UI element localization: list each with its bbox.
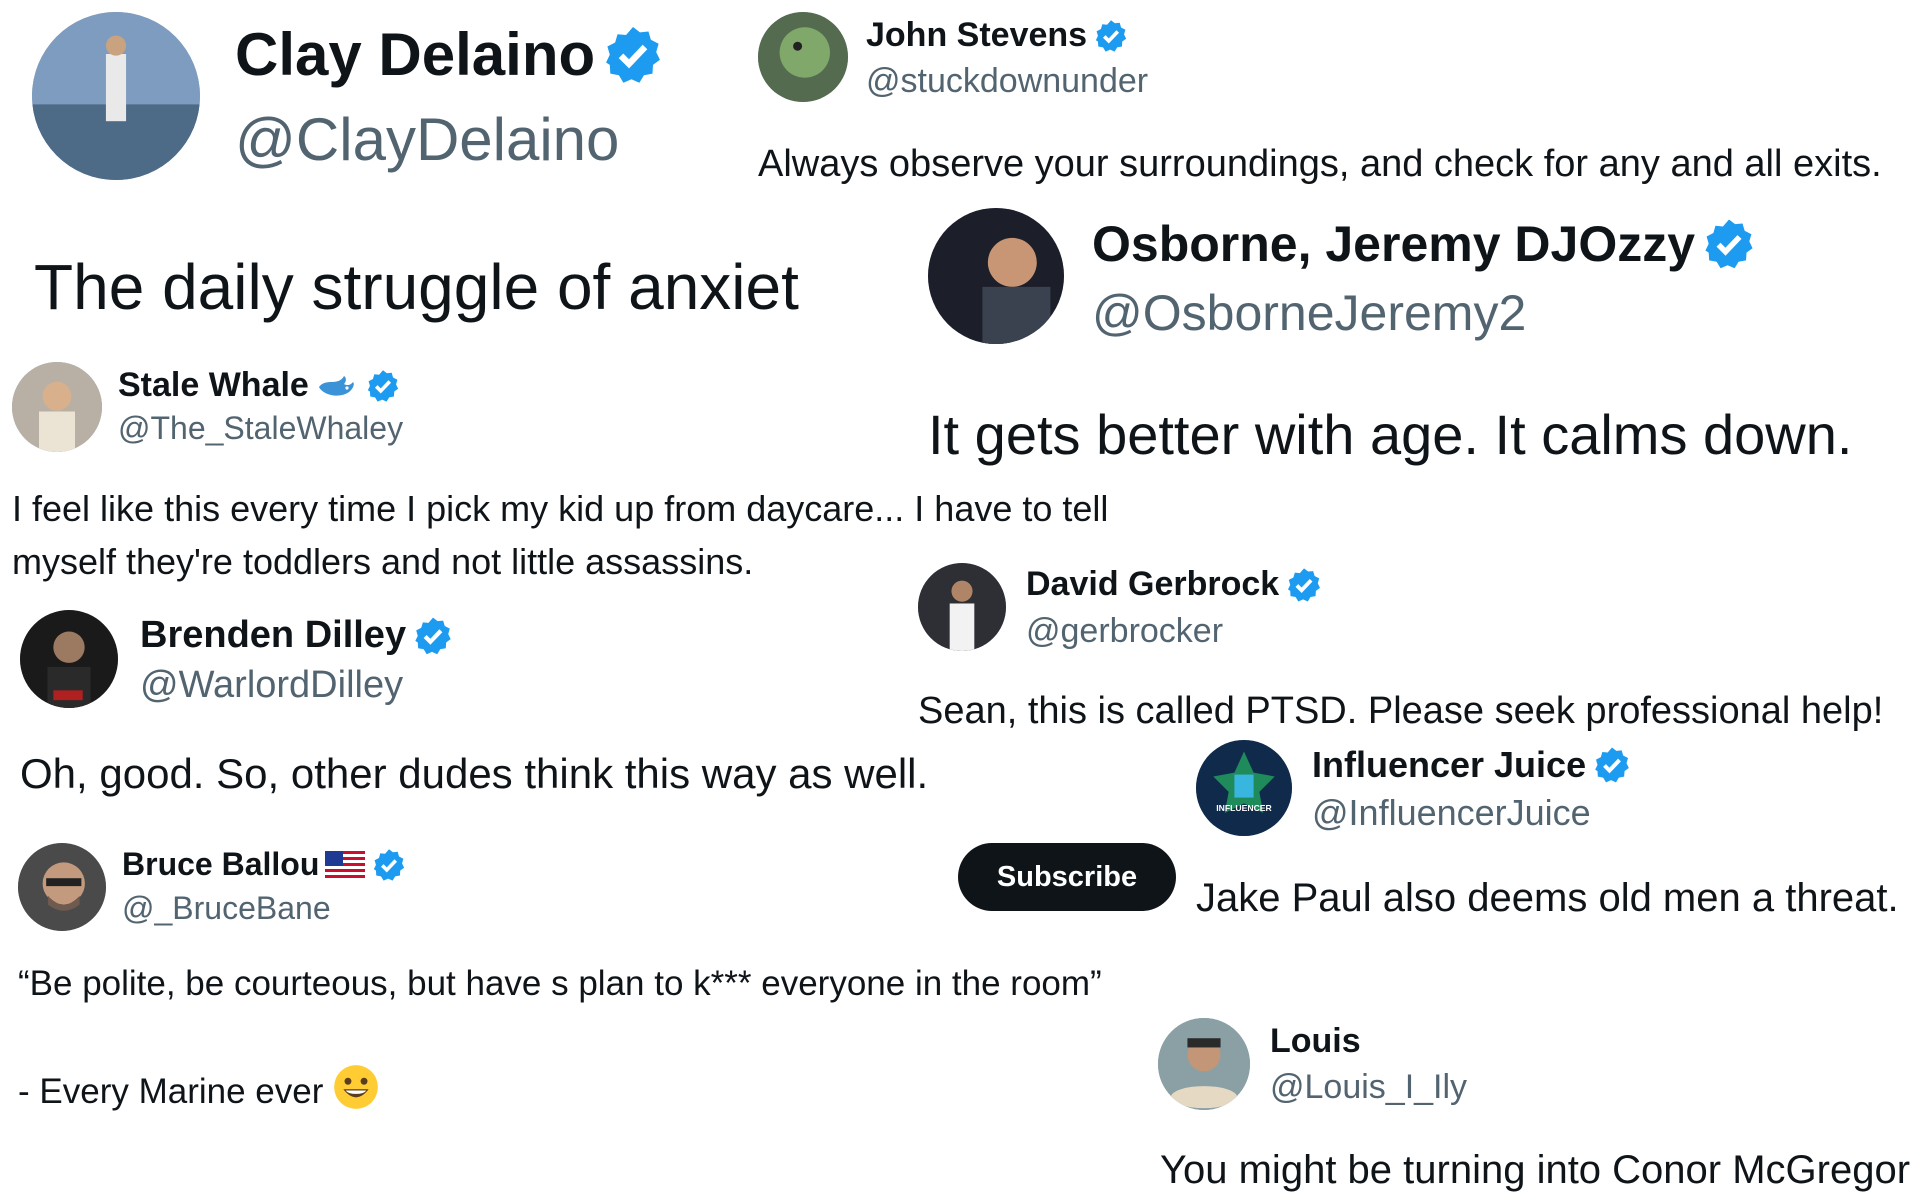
name-text: John Stevens xyxy=(866,16,1088,54)
tweet-text-david: Sean, this is called PTSD. Please seek p… xyxy=(918,690,1884,732)
avatar-osborne[interactable] xyxy=(928,208,1064,344)
us-flag-icon xyxy=(325,850,366,879)
display-name-stale[interactable]: Stale Whale xyxy=(118,366,401,405)
display-name-osborne[interactable]: Osborne, Jeremy DJOzzy xyxy=(1092,215,1757,273)
handle-louis[interactable]: @Louis_I_Ily xyxy=(1270,1068,1467,1107)
display-name-clay[interactable]: Clay Delaino xyxy=(235,20,665,89)
tweet-text-osborne: It gets better with age. It calms down. xyxy=(928,403,1853,466)
tweet-text-clay: The daily struggle of anxiet xyxy=(34,251,799,323)
avatar-john[interactable] xyxy=(758,12,848,102)
avatar-influencer[interactable]: INFLUENCER xyxy=(1196,740,1292,836)
verified-badge-icon xyxy=(371,847,407,883)
name-text: Clay Delaino xyxy=(235,21,596,88)
avatar-bruce[interactable] xyxy=(18,843,106,931)
name-text: Louis xyxy=(1270,1022,1361,1060)
subscribe-button[interactable]: Subscribe xyxy=(958,843,1176,911)
whale-icon xyxy=(315,369,359,403)
name-text: David Gerbrock xyxy=(1026,565,1280,603)
verified-badge-icon xyxy=(1701,216,1757,272)
display-name-louis[interactable]: Louis xyxy=(1270,1022,1361,1061)
name-text: Influencer Juice xyxy=(1312,744,1587,785)
display-name-david[interactable]: David Gerbrock xyxy=(1026,565,1323,604)
verified-badge-icon xyxy=(1093,18,1129,54)
tweet-text-louis: You might be turning into Conor McGregor xyxy=(1160,1148,1911,1192)
tweet-text-brenden: Oh, good. So, other dudes think this way… xyxy=(20,750,929,797)
tweet-text-influencer: Jake Paul also deems old men a threat. xyxy=(1196,876,1899,920)
handle-brenden[interactable]: @WarlordDilley xyxy=(140,664,403,707)
handle-david[interactable]: @gerbrocker xyxy=(1026,612,1223,651)
avatar-david[interactable] xyxy=(918,563,1006,651)
name-text: Brenden Dilley xyxy=(140,614,407,656)
handle-bruce[interactable]: @_BruceBane xyxy=(122,890,331,927)
tweet-text-bruce-line1: “Be polite, be courteous, but have s pla… xyxy=(18,964,1102,1003)
tweet-text-stale-line1: I feel like this every time I pick my ki… xyxy=(12,488,1109,529)
handle-influencer[interactable]: @InfluencerJuice xyxy=(1312,792,1591,834)
signature-text: - Every Marine ever xyxy=(18,1071,324,1111)
display-name-brenden[interactable]: Brenden Dilley xyxy=(140,614,454,657)
verified-badge-icon xyxy=(412,615,454,657)
verified-badge-icon xyxy=(1285,566,1323,604)
verified-badge-icon xyxy=(365,368,401,404)
tweet-text-stale-line2: myself they're toddlers and not little a… xyxy=(12,541,754,582)
name-text: Bruce Ballou xyxy=(122,846,320,882)
avatar-stale[interactable] xyxy=(12,362,102,452)
verified-badge-icon xyxy=(1592,745,1632,785)
display-name-influencer[interactable]: Influencer Juice xyxy=(1312,744,1632,786)
avatar-clay[interactable] xyxy=(32,12,200,180)
verified-badge-icon xyxy=(601,23,665,87)
display-name-bruce[interactable]: Bruce Ballou xyxy=(122,846,407,883)
avatar-brenden[interactable] xyxy=(20,610,118,708)
handle-john[interactable]: @stuckdownunder xyxy=(866,62,1148,101)
name-text: Osborne, Jeremy DJOzzy xyxy=(1092,216,1696,272)
name-text: Stale Whale xyxy=(118,366,309,404)
tweet-text-john: Always observe your surroundings, and ch… xyxy=(758,143,1882,185)
handle-osborne[interactable]: @OsborneJeremy2 xyxy=(1092,284,1526,342)
display-name-john[interactable]: John Stevens xyxy=(866,16,1129,55)
handle-stale[interactable]: @The_StaleWhaley xyxy=(118,410,403,447)
tweet-text-bruce-line2: - Every Marine ever xyxy=(18,1064,379,1119)
handle-clay[interactable]: @ClayDelaino xyxy=(235,105,619,174)
grinning-face-icon xyxy=(333,1064,379,1119)
avatar-louis[interactable] xyxy=(1158,1018,1250,1110)
svg-text:INFLUENCER: INFLUENCER xyxy=(1216,803,1272,813)
